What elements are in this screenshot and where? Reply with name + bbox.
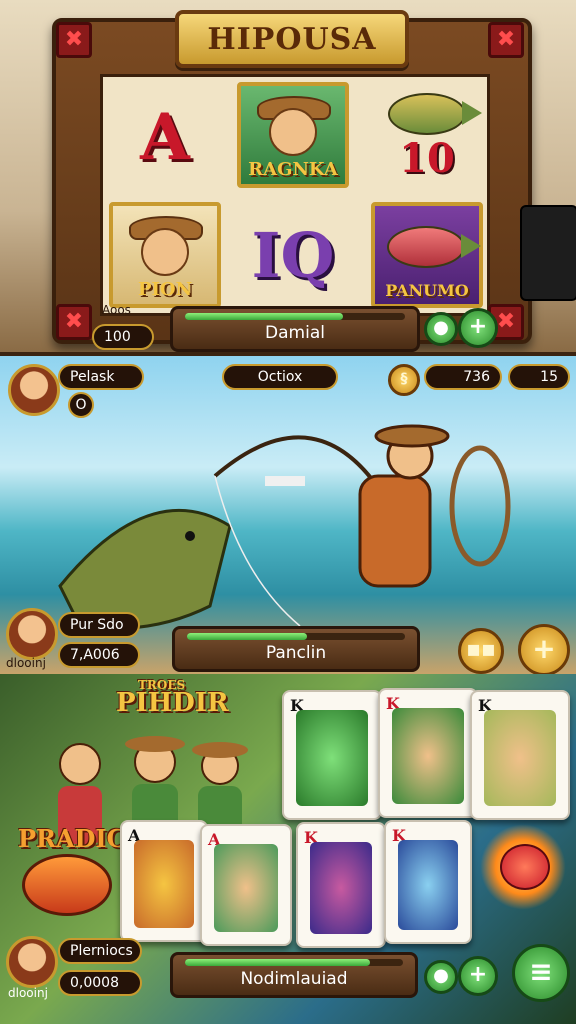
player-value: 0,0008	[58, 970, 142, 996]
character-face-icon	[269, 108, 317, 156]
bar-label: Panclin	[265, 643, 327, 663]
currency-gems: 736	[424, 364, 502, 390]
card-art-icon	[398, 840, 458, 930]
game-title-banner: HIPOUSA	[175, 10, 409, 68]
character-symbol: RAGNKA	[237, 82, 349, 188]
mid-progress-bar[interactable]: Panclin	[172, 626, 420, 672]
reel-cell-panumo: PANUMO	[369, 201, 485, 309]
coin-button[interactable]: ●	[424, 960, 458, 994]
boat-icon	[265, 476, 305, 486]
progress-track	[187, 633, 405, 640]
pion-symbol: PION	[109, 202, 221, 308]
bottom-name: Pur Sdo	[58, 612, 140, 638]
settings-icon[interactable]: §	[388, 364, 420, 396]
symbol-ten: 10	[399, 134, 455, 182]
center-label: Octiox	[222, 364, 338, 390]
card-art-icon	[296, 710, 368, 806]
bar-label: Damial	[265, 323, 325, 343]
coin-button[interactable]: ●	[424, 312, 458, 346]
card-art-icon	[310, 842, 372, 934]
hat-icon	[125, 736, 185, 752]
progress-track	[185, 959, 403, 966]
fish-icon	[22, 854, 112, 916]
player-avatar[interactable]	[8, 364, 60, 416]
reel-grid[interactable]: A RAGNKA 10 PION IQ PANUMO	[100, 74, 490, 316]
currency-leaves-value: 15	[540, 369, 558, 385]
reel-cell-fish-10: 10	[369, 83, 485, 191]
add-button[interactable]: +	[518, 624, 570, 674]
game-title: HIPOUSA	[207, 21, 377, 57]
bonus-creature-icon[interactable]	[500, 844, 550, 890]
bar-label: Nodimlauiad	[240, 969, 348, 989]
reel-cell-pion: PION	[107, 201, 223, 309]
fisherman-icon	[358, 474, 432, 588]
fishing-line-icon	[214, 475, 301, 627]
fish-icon	[387, 226, 481, 268]
bottom-value: 7,A006	[58, 642, 140, 668]
left-value: 100	[92, 324, 154, 350]
card-art-icon	[134, 840, 194, 928]
reel-cell-iq: IQ	[235, 201, 351, 309]
symbol-label: RAGNKA	[248, 159, 338, 180]
reel-cell-a: A	[107, 83, 223, 191]
player-name: Pelask	[58, 364, 144, 390]
cross-icon: ✖	[488, 22, 524, 58]
symbol-a: A	[140, 99, 190, 175]
card[interactable]: A	[200, 824, 292, 946]
card[interactable]: K	[384, 820, 472, 944]
player-name: Plerniocs	[58, 938, 142, 964]
avatar-caption: dlooinj	[6, 656, 46, 670]
fish-icon	[388, 92, 482, 135]
card-art-icon	[214, 844, 278, 932]
card[interactable]: K	[296, 822, 386, 948]
progress-fill	[187, 633, 307, 640]
hat-icon	[192, 742, 248, 758]
menu-button[interactable]: ▪▪	[458, 628, 504, 674]
add-button[interactable]: +	[458, 308, 498, 348]
fishing-scene-panel: Pelask O Octiox § 736 15 dlooinj Pur Sdo…	[0, 352, 576, 678]
crew-face-icon	[59, 743, 101, 785]
card[interactable]: K	[282, 690, 382, 820]
reel-cell-character: RAGNKA	[235, 81, 351, 189]
currency-leaves: 15	[508, 364, 570, 390]
symbol-label: PANUMO	[385, 281, 469, 300]
card[interactable]: K	[470, 690, 570, 820]
bass-fish-icon	[58, 508, 232, 630]
fishing-net-icon	[449, 445, 511, 567]
card-game-panel: TROES PIHDIR PRADICA K K K A A K K dlooi…	[0, 674, 576, 1024]
avatar-caption: dlooinj	[8, 986, 48, 1000]
top-progress-bar[interactable]: Damial	[170, 306, 420, 352]
card[interactable]: K	[378, 688, 478, 818]
add-button[interactable]: +	[458, 956, 498, 996]
symbol-iq: IQ	[251, 218, 335, 292]
cross-icon: ✖	[56, 22, 92, 58]
left-label: Aoos	[102, 303, 131, 317]
bottom-progress-bar[interactable]: Nodimlauiad	[170, 952, 418, 998]
speaker-icon	[520, 205, 576, 301]
bottom-avatar[interactable]	[6, 608, 58, 660]
center-label-text: Octiox	[257, 369, 303, 385]
cross-icon: ✖	[56, 304, 92, 340]
progress-fill	[185, 313, 344, 320]
card[interactable]: A	[120, 820, 208, 942]
menu-button[interactable]: ≡	[512, 944, 570, 1002]
player-avatar[interactable]	[6, 936, 58, 988]
card-art-icon	[484, 710, 556, 806]
player-sub: O	[68, 392, 94, 418]
card-art-icon	[392, 708, 464, 804]
hat-icon	[374, 424, 450, 448]
character-face-icon	[141, 228, 189, 276]
progress-fill	[185, 959, 371, 966]
symbol-label: PION	[137, 279, 193, 300]
panumo-symbol: PANUMO	[371, 202, 483, 308]
slot-machine-panel: A RAGNKA 10 PION IQ PANUMO HIPOUSA ✖ ✖ ✖…	[0, 0, 576, 352]
currency-gems-value: 736	[463, 369, 490, 385]
fish-eye-icon	[185, 531, 195, 541]
progress-track	[185, 313, 405, 320]
